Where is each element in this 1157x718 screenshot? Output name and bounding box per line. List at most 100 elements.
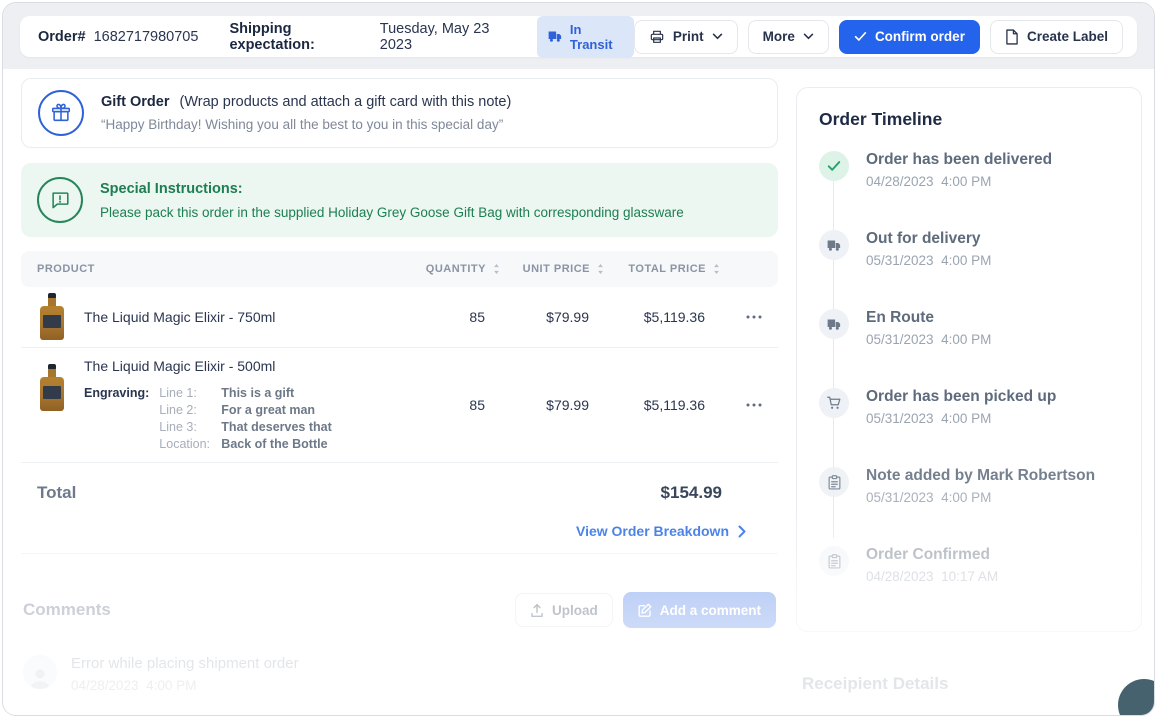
order-header-bar: Order# 1682717980705 Shipping expectatio… bbox=[20, 16, 1137, 57]
gift-note: “Happy Birthday! Wishing you all the bes… bbox=[101, 117, 511, 132]
engraving-lines: Line 1: This is a gift Line 2: For a gre… bbox=[159, 385, 331, 452]
print-button[interactable]: Print bbox=[634, 20, 738, 54]
special-instructions-text: Please pack this order in the supplied H… bbox=[100, 205, 684, 220]
truck-icon bbox=[819, 309, 849, 339]
product-thumbnail bbox=[37, 293, 67, 341]
comments-title: Comments bbox=[23, 600, 515, 620]
product-table: PRODUCT QUANTITY UNIT PRICE bbox=[21, 251, 778, 463]
print-button-label: Print bbox=[673, 29, 704, 44]
cart-icon bbox=[819, 388, 849, 418]
comments-section: Comments Upload Add a commen bbox=[21, 592, 778, 716]
comments-header: Comments Upload Add a commen bbox=[23, 592, 776, 628]
quantity-value: 85 bbox=[412, 309, 502, 325]
row-menu-button[interactable] bbox=[722, 315, 762, 319]
timeline-event-timestamp: 04/28/2023 10:17 AM bbox=[866, 569, 998, 584]
recipient-name-value: Will Heinzmann bbox=[860, 714, 964, 716]
gift-order-title: Gift Order bbox=[101, 94, 169, 110]
comment-timestamp: 04/28/2023 4:00 PM bbox=[71, 678, 299, 693]
special-instructions-title: Special Instructions: bbox=[100, 181, 684, 197]
view-order-breakdown-link[interactable]: View Order Breakdown bbox=[576, 523, 746, 539]
timeline-event-title: En Route bbox=[866, 309, 991, 327]
timeline-event: Out for delivery 05/31/2023 4:00 PM bbox=[819, 230, 1119, 268]
order-actions: Print More Confirm order bbox=[634, 20, 1123, 54]
order-detail-column: Gift Order (Wrap products and attach a g… bbox=[21, 78, 778, 716]
product-cell: The Liquid Magic Elixir - 750ml bbox=[37, 293, 412, 341]
order-total-block: Total $154.99 View Order Breakdown bbox=[21, 463, 778, 554]
timeline-event: Order Confirmed 04/28/2023 10:17 AM bbox=[819, 546, 1119, 584]
chevron-down-icon bbox=[712, 33, 723, 40]
engraving-line-value: For a great man bbox=[221, 402, 331, 418]
shipping-expectation-value: Tuesday, May 23 2023 bbox=[380, 21, 517, 53]
upload-button-label: Upload bbox=[552, 603, 598, 618]
sort-icon[interactable] bbox=[711, 263, 722, 275]
timeline-event: Note added by Mark Robertson 05/31/2023 … bbox=[819, 467, 1119, 505]
column-header-quantity[interactable]: QUANTITY bbox=[412, 263, 502, 275]
unit-price-value: $79.99 bbox=[502, 397, 606, 413]
upload-icon bbox=[530, 603, 544, 618]
add-comment-label: Add a comment bbox=[660, 603, 761, 618]
column-header-unit-price[interactable]: UNIT PRICE bbox=[502, 263, 606, 275]
table-row: The Liquid Magic Elixir - 500ml Engravin… bbox=[21, 348, 778, 463]
timeline-events: Order has been delivered 04/28/2023 4:00… bbox=[819, 151, 1119, 584]
add-comment-button[interactable]: Add a comment bbox=[623, 592, 776, 628]
create-label-button[interactable]: Create Label bbox=[990, 20, 1123, 54]
timeline-event: Order has been picked up 05/31/2023 4:00… bbox=[819, 388, 1119, 426]
ellipsis-icon bbox=[746, 403, 762, 407]
gift-order-text: Gift Order (Wrap products and attach a g… bbox=[101, 94, 511, 132]
recipient-name-row: Name: Will Heinzmann bbox=[802, 714, 1136, 716]
total-label: Total bbox=[37, 483, 661, 503]
note-icon bbox=[819, 546, 849, 576]
chevron-down-icon bbox=[803, 33, 814, 40]
engraving-line-value: Back of the Bottle bbox=[221, 436, 331, 452]
product-table-header: PRODUCT QUANTITY UNIT PRICE bbox=[21, 251, 778, 287]
more-button[interactable]: More bbox=[748, 20, 829, 54]
special-instructions-card: Special Instructions: Please pack this o… bbox=[21, 163, 778, 237]
recipient-details-section: Receipient Details Name: Will Heinzmann … bbox=[796, 674, 1142, 716]
printer-icon bbox=[649, 29, 665, 45]
check-icon bbox=[854, 31, 867, 42]
sort-icon[interactable] bbox=[491, 263, 502, 275]
confirm-order-button[interactable]: Confirm order bbox=[839, 20, 980, 54]
total-value: $154.99 bbox=[661, 483, 762, 503]
column-header-total-price[interactable]: TOTAL PRICE bbox=[606, 263, 722, 275]
engraving-line-label: Line 1: bbox=[159, 385, 221, 401]
top-strip: Order# 1682717980705 Shipping expectatio… bbox=[3, 3, 1154, 69]
timeline-event-title: Order has been picked up bbox=[866, 388, 1056, 406]
sort-icon[interactable] bbox=[595, 263, 606, 275]
column-header-product: PRODUCT bbox=[37, 263, 412, 275]
ellipsis-icon bbox=[746, 315, 762, 319]
comment-item: Error while placing shipment order 04/28… bbox=[23, 655, 776, 693]
engraving-line-value: That deserves that bbox=[221, 419, 331, 435]
product-cell: The Liquid Magic Elixir - 500ml Engravin… bbox=[37, 358, 412, 452]
engraving-label: Engraving: bbox=[84, 385, 149, 452]
total-price-value: $5,119.36 bbox=[606, 397, 722, 413]
special-instructions-text-block: Special Instructions: Please pack this o… bbox=[100, 181, 684, 220]
shipping-expectation-label: Shipping expectation: bbox=[229, 21, 371, 53]
engraving-line-label: Location: bbox=[159, 436, 221, 452]
chevron-right-icon bbox=[738, 525, 746, 538]
product-name: The Liquid Magic Elixir - 750ml bbox=[84, 309, 275, 325]
timeline-event-timestamp: 05/31/2023 4:00 PM bbox=[866, 332, 991, 347]
create-label-label: Create Label bbox=[1027, 29, 1108, 44]
timeline-event: En Route 05/31/2023 4:00 PM bbox=[819, 309, 1119, 347]
table-row: The Liquid Magic Elixir - 750ml 85 $79.9… bbox=[21, 287, 778, 348]
recipient-details-title: Receipient Details bbox=[802, 674, 1136, 694]
main-content: Gift Order (Wrap products and attach a g… bbox=[3, 69, 1154, 716]
row-menu-button[interactable] bbox=[722, 403, 762, 407]
truck-icon bbox=[819, 230, 849, 260]
check-icon bbox=[819, 151, 849, 181]
quantity-value: 85 bbox=[412, 397, 502, 413]
gift-order-card: Gift Order (Wrap products and attach a g… bbox=[21, 78, 778, 148]
avatar bbox=[23, 655, 57, 689]
timeline-event-timestamp: 04/28/2023 4:00 PM bbox=[866, 174, 1052, 189]
timeline-event-title: Order Confirmed bbox=[866, 546, 998, 564]
confirm-order-label: Confirm order bbox=[875, 29, 965, 44]
timeline-event-timestamp: 05/31/2023 4:00 PM bbox=[866, 253, 991, 268]
order-timeline-title: Order Timeline bbox=[819, 109, 1119, 130]
timeline-event-title: Out for delivery bbox=[866, 230, 991, 248]
timeline-event-timestamp: 05/31/2023 4:00 PM bbox=[866, 411, 1056, 426]
comment-text: Error while placing shipment order bbox=[71, 655, 299, 672]
upload-button[interactable]: Upload bbox=[515, 593, 613, 627]
view-order-breakdown-label: View Order Breakdown bbox=[576, 523, 729, 539]
more-button-label: More bbox=[763, 29, 795, 44]
